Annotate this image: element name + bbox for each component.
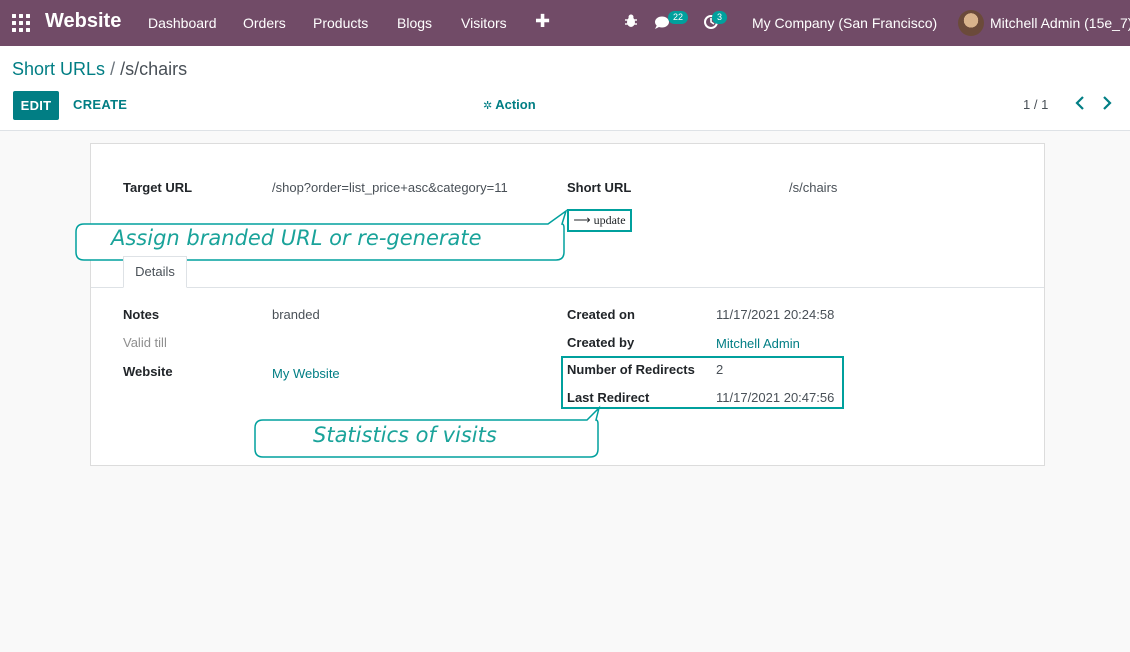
control-panel: Short URLs / /s/chairs EDIT CREATE ✲ Acti… <box>0 46 1130 131</box>
created-on-value: 11/17/2021 20:24:58 <box>716 307 835 322</box>
company-switcher[interactable]: My Company (San Francisco) <box>752 15 937 31</box>
breadcrumb-current: /s/chairs <box>120 59 188 79</box>
bug-icon[interactable] <box>624 13 638 32</box>
breadcrumb: Short URLs / /s/chairs <box>12 59 187 80</box>
tab-bar-line <box>91 287 1044 288</box>
tab-details[interactable]: Details <box>123 256 187 288</box>
breadcrumb-separator: / <box>110 59 116 79</box>
gear-icon: ✲ <box>483 100 493 112</box>
nav-blogs[interactable]: Blogs <box>397 15 432 31</box>
top-navbar: Website Dashboard Orders Products Blogs … <box>0 0 1130 46</box>
app-brand[interactable]: Website <box>45 10 121 33</box>
user-avatar[interactable] <box>958 10 984 36</box>
website-value-link[interactable]: My Website <box>272 366 340 381</box>
last-redirect-label: Last Redirect <box>567 390 650 405</box>
messages-count-badge: 22 <box>668 11 689 24</box>
short-url-label: Short URL <box>567 180 632 195</box>
update-button[interactable]: ⟶ update <box>567 209 632 232</box>
callout-branded-text: Assign branded URL or re-generate <box>111 226 482 250</box>
created-by-value-link[interactable]: Mitchell Admin <box>716 336 800 351</box>
callout-stats-text: Statistics of visits <box>313 423 497 447</box>
user-menu[interactable]: Mitchell Admin (15e_7) <box>990 15 1130 31</box>
redirects-count-value: 2 <box>716 362 724 377</box>
nav-visitors[interactable]: Visitors <box>461 15 507 31</box>
chevron-left-icon[interactable] <box>1073 94 1089 112</box>
last-redirect-value: 11/17/2021 20:47:56 <box>716 390 835 405</box>
edit-button[interactable]: EDIT <box>13 91 59 120</box>
nav-products[interactable]: Products <box>313 15 368 31</box>
notes-label: Notes <box>123 307 160 322</box>
action-label: Action <box>495 97 536 112</box>
valid-till-label: Valid till <box>123 335 167 350</box>
chevron-right-icon[interactable] <box>1100 94 1116 112</box>
nav-orders[interactable]: Orders <box>243 15 286 31</box>
arrow-right-icon: ⟶ <box>573 213 591 227</box>
short-url-value: /s/chairs <box>789 180 838 195</box>
nav-new-plus-icon[interactable]: ✚ <box>535 11 550 32</box>
update-label: update <box>593 213 626 227</box>
nav-dashboard[interactable]: Dashboard <box>148 15 217 31</box>
breadcrumb-short-urls[interactable]: Short URLs <box>12 59 105 79</box>
action-menu[interactable]: ✲ Action <box>483 97 536 112</box>
created-by-label: Created by <box>567 335 635 350</box>
website-label: Website <box>123 364 173 379</box>
created-on-label: Created on <box>567 307 635 322</box>
target-url-label: Target URL <box>123 180 193 195</box>
target-url-value: /shop?order=list_price+asc&category=11 <box>272 180 508 195</box>
notes-value: branded <box>272 307 320 322</box>
pager-value[interactable]: 1 / 1 <box>1023 97 1048 112</box>
redirects-count-label: Number of Redirects <box>567 362 695 377</box>
activities-count-badge: 3 <box>712 11 728 24</box>
create-button[interactable]: CREATE <box>73 97 127 112</box>
apps-grid-icon[interactable] <box>12 14 30 32</box>
